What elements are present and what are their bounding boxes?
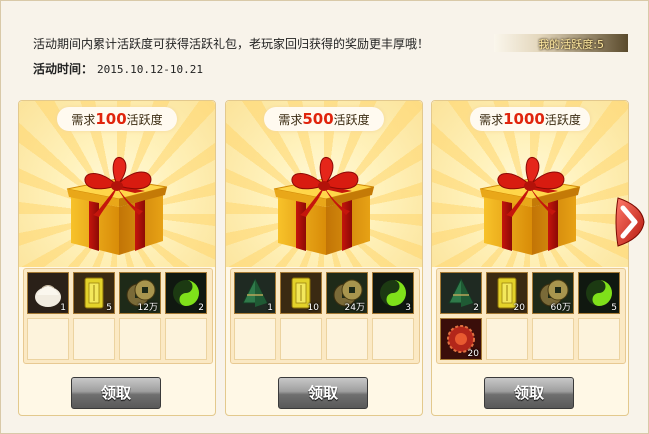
item-count: 20 bbox=[513, 303, 525, 313]
claim-button[interactable]: 领取 bbox=[278, 377, 368, 409]
requirement-label: 需求500活跃度 bbox=[264, 107, 384, 131]
item-slot bbox=[234, 318, 276, 360]
item-slot[interactable]: 12万 bbox=[119, 272, 161, 314]
item-slot[interactable]: 2 bbox=[440, 272, 482, 314]
reward-card-3: 需求1000活跃度 2 20 60万 5 20 领取 bbox=[431, 100, 629, 416]
item-count: 12万 bbox=[137, 303, 158, 313]
gift-box-icon bbox=[479, 157, 581, 255]
item-slot[interactable]: 20 bbox=[486, 272, 528, 314]
item-slot[interactable]: 2 bbox=[165, 272, 207, 314]
item-slot bbox=[165, 318, 207, 360]
item-slot[interactable]: 5 bbox=[73, 272, 115, 314]
claim-button[interactable]: 领取 bbox=[71, 377, 161, 409]
requirement-value: 500 bbox=[302, 110, 334, 128]
item-count: 3 bbox=[405, 303, 411, 313]
reward-item-grid: 1 10 24万 3 bbox=[230, 268, 420, 364]
item-count: 5 bbox=[611, 303, 617, 313]
card-header: 需求1000活跃度 bbox=[432, 101, 628, 267]
item-slot bbox=[578, 318, 620, 360]
item-slot bbox=[27, 318, 69, 360]
item-count: 1 bbox=[267, 303, 273, 313]
requirement-value: 1000 bbox=[503, 110, 545, 128]
item-slot[interactable]: 10 bbox=[280, 272, 322, 314]
reward-card-1: 需求100活跃度 1 5 12万 2 领取 bbox=[18, 100, 216, 416]
item-slot[interactable]: 1 bbox=[27, 272, 69, 314]
item-slot bbox=[532, 318, 574, 360]
event-time-label: 活动时间： bbox=[33, 62, 94, 76]
item-slot bbox=[73, 318, 115, 360]
item-slot[interactable]: 20 bbox=[440, 318, 482, 360]
next-page-arrow-icon[interactable] bbox=[612, 196, 646, 248]
item-slot bbox=[372, 318, 414, 360]
my-activity-badge: 我的活跃度:5 bbox=[494, 34, 628, 52]
my-activity-text: 我的活跃度:5 bbox=[538, 38, 604, 51]
gift-box-icon bbox=[273, 157, 375, 255]
item-count: 2 bbox=[473, 303, 479, 313]
item-count: 20 bbox=[467, 349, 479, 359]
item-count: 60万 bbox=[550, 303, 571, 313]
claim-button[interactable]: 领取 bbox=[484, 377, 574, 409]
gift-box-icon bbox=[66, 157, 168, 255]
item-slot bbox=[119, 318, 161, 360]
card-header: 需求100活跃度 bbox=[19, 101, 215, 267]
item-slot[interactable]: 1 bbox=[234, 272, 276, 314]
event-time-value: 2015.10.12-10.21 bbox=[97, 63, 203, 76]
item-count: 2 bbox=[198, 303, 204, 313]
item-slot bbox=[280, 318, 322, 360]
requirement-value: 100 bbox=[95, 110, 127, 128]
event-time: 活动时间： 2015.10.12-10.21 bbox=[33, 60, 203, 77]
reward-item-grid: 2 20 60万 5 20 bbox=[436, 268, 626, 364]
item-count: 1 bbox=[60, 303, 66, 313]
card-header: 需求500活跃度 bbox=[226, 101, 422, 267]
item-slot[interactable]: 24万 bbox=[326, 272, 368, 314]
item-slot[interactable]: 5 bbox=[578, 272, 620, 314]
item-slot[interactable]: 3 bbox=[372, 272, 414, 314]
item-slot bbox=[486, 318, 528, 360]
item-count: 5 bbox=[106, 303, 112, 313]
item-count: 24万 bbox=[344, 303, 365, 313]
event-description: 活动期间内累计活跃度可获得活跃礼包，老玩家回归获得的奖励更丰厚哦！ bbox=[33, 37, 430, 51]
item-slot bbox=[326, 318, 368, 360]
requirement-label: 需求100活跃度 bbox=[57, 107, 177, 131]
activity-reward-panel: 活动期间内累计活跃度可获得活跃礼包，老玩家回归获得的奖励更丰厚哦！ 活动时间： 2… bbox=[0, 0, 649, 434]
item-count: 10 bbox=[307, 303, 319, 313]
requirement-label: 需求1000活跃度 bbox=[470, 107, 590, 131]
item-slot[interactable]: 60万 bbox=[532, 272, 574, 314]
reward-item-grid: 1 5 12万 2 bbox=[23, 268, 213, 364]
reward-card-2: 需求500活跃度 1 10 24万 3 领取 bbox=[225, 100, 423, 416]
